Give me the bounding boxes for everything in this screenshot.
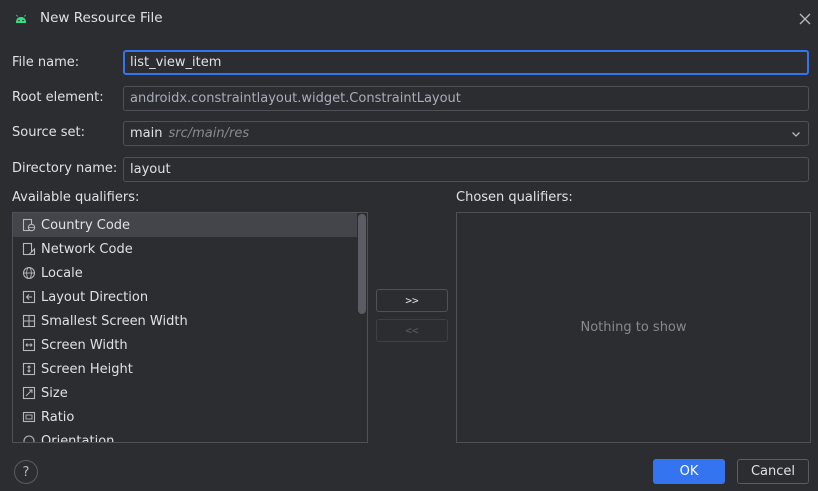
empty-state-text: Nothing to show — [580, 320, 687, 335]
screen-height-icon — [22, 362, 36, 376]
file-name-input[interactable] — [130, 55, 802, 70]
list-item-label: Orientation — [41, 433, 115, 443]
list-item-label: Smallest Screen Width — [41, 313, 188, 329]
list-item[interactable]: Country Code — [13, 213, 357, 237]
available-qualifiers-list[interactable]: Country Code Network Code Locale Layout … — [12, 212, 368, 443]
cancel-button[interactable]: Cancel — [737, 459, 809, 484]
chosen-qualifiers-list[interactable]: Nothing to show — [456, 212, 811, 443]
network-code-icon — [22, 242, 36, 256]
source-set-value: main — [130, 126, 163, 141]
root-element-label: Root element: — [12, 90, 104, 105]
list-item[interactable]: Smallest Screen Width — [13, 309, 357, 333]
help-icon: ? — [22, 464, 30, 480]
list-item[interactable]: Orientation — [13, 429, 357, 443]
list-item-label: Layout Direction — [41, 289, 149, 305]
list-item-label: Network Code — [41, 241, 133, 257]
source-set-label: Source set: — [12, 125, 86, 140]
file-name-field[interactable] — [123, 50, 809, 75]
list-item-label: Country Code — [41, 217, 131, 233]
add-qualifier-button[interactable]: >> — [376, 289, 448, 312]
ok-button[interactable]: OK — [653, 459, 725, 484]
smallest-width-icon — [22, 314, 36, 328]
list-scrollbar[interactable] — [358, 214, 366, 314]
source-set-selection: main src/main/res — [130, 126, 249, 141]
directory-name-input[interactable] — [130, 162, 802, 177]
list-item[interactable]: Size — [13, 381, 357, 405]
android-icon — [16, 14, 26, 23]
directory-name-field[interactable] — [123, 157, 809, 182]
close-icon — [799, 13, 811, 25]
list-item[interactable]: Locale — [13, 261, 357, 285]
ratio-icon — [22, 411, 36, 423]
list-item[interactable]: Network Code — [13, 237, 357, 261]
size-icon — [22, 386, 36, 400]
globe-icon — [22, 266, 36, 280]
list-item[interactable]: Screen Width — [13, 333, 357, 357]
screen-width-icon — [22, 338, 36, 352]
country-code-icon — [22, 218, 36, 232]
root-element-value: androidx.constraintlayout.widget.Constra… — [130, 91, 461, 106]
list-item-label: Size — [41, 385, 68, 401]
directory-name-label: Directory name: — [12, 161, 118, 176]
list-item[interactable]: Ratio — [13, 405, 357, 429]
layout-direction-icon — [22, 290, 36, 304]
source-set-path: src/main/res — [168, 126, 250, 141]
root-element-field[interactable]: androidx.constraintlayout.widget.Constra… — [123, 86, 809, 111]
list-item[interactable]: Layout Direction — [13, 285, 357, 309]
orientation-icon — [23, 435, 35, 442]
remove-qualifier-button[interactable]: << — [376, 319, 448, 342]
dialog-title: New Resource File — [40, 10, 163, 26]
list-item[interactable]: Screen Height — [13, 357, 357, 381]
list-item-label: Ratio — [41, 409, 75, 425]
file-name-label: File name: — [12, 55, 80, 70]
available-qualifiers-label: Available qualifiers: — [12, 190, 140, 205]
chosen-qualifiers-label: Chosen qualifiers: — [456, 190, 573, 205]
list-item-label: Locale — [41, 265, 83, 281]
title-bar: New Resource File — [0, 0, 818, 38]
help-button[interactable]: ? — [14, 460, 38, 484]
chevron-down-icon — [792, 131, 800, 137]
source-set-dropdown[interactable]: main src/main/res — [123, 121, 809, 146]
list-item-label: Screen Height — [41, 361, 133, 377]
list-item-label: Screen Width — [41, 337, 128, 353]
close-button[interactable] — [796, 10, 814, 28]
